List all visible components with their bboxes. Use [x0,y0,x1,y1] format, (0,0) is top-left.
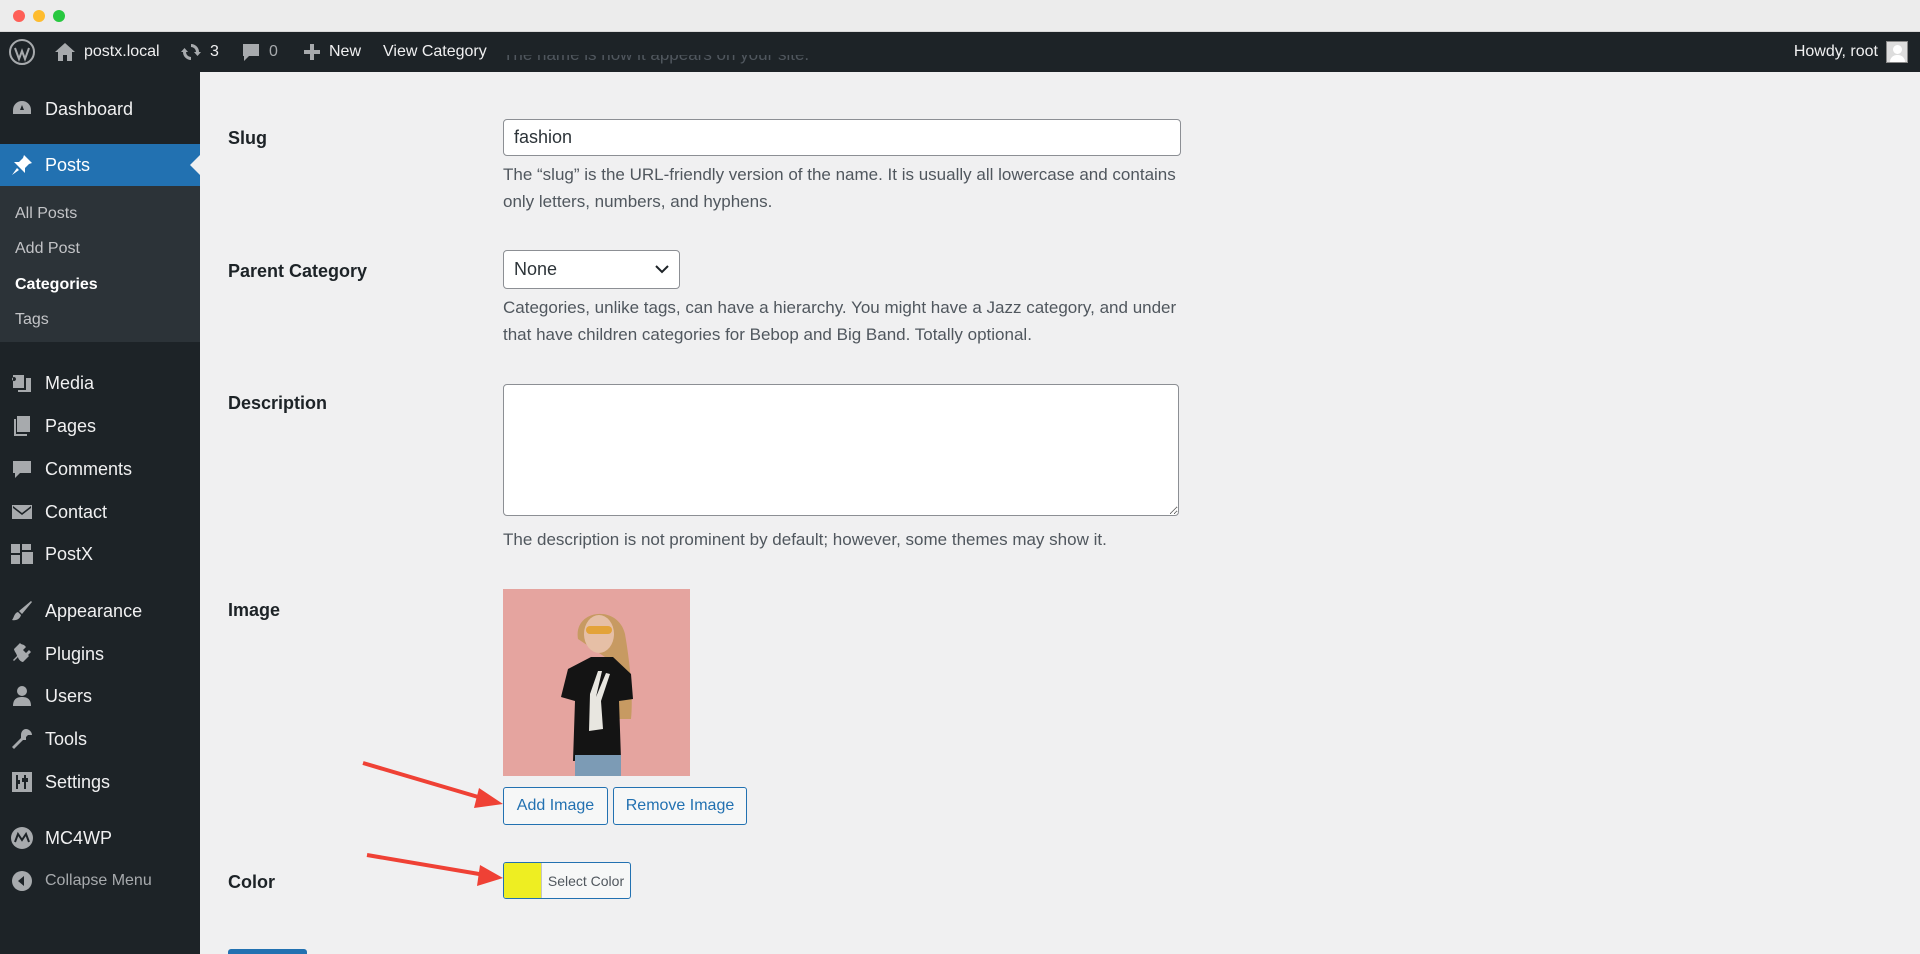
sidebar-label-pages: Pages [45,415,97,436]
view-category-link[interactable]: View Category [383,32,487,72]
new-content-link[interactable]: New [303,32,361,72]
sidebar-item-pages[interactable]: Pages [0,406,200,446]
media-icon [10,371,34,395]
refresh-icon [181,44,201,60]
site-name: postx.local [84,43,160,60]
update-button[interactable] [228,949,307,954]
window-minimize-button[interactable] [33,10,45,22]
plug-icon [10,642,34,666]
posts-submenu: All Posts Add Post Categories Tags [0,186,200,342]
sidebar-label-settings: Settings [45,771,111,792]
parent-category-select[interactable]: None [503,250,680,289]
howdy-text: Howdy, root [1793,43,1878,60]
postx-icon [10,542,34,566]
sidebar-label-dashboard: Dashboard [45,98,134,119]
view-category-label: View Category [383,43,487,60]
chevron-down-icon [655,265,669,274]
window-maximize-button[interactable] [53,10,65,22]
window-titlebar [0,0,1920,32]
slug-label: Slug [228,128,267,148]
sidebar-item-tools[interactable]: Tools [0,719,200,759]
annotation-arrow [366,853,503,886]
avatar [1886,41,1908,63]
site-name-link[interactable]: postx.local [54,32,160,72]
sidebar-label-users: Users [45,685,93,706]
name-description-text: The name is how it appears on your site. [503,55,1183,68]
sidebar-item-postx[interactable]: PostX [0,534,200,574]
sidebar-label-tools: Tools [45,728,88,749]
select-color-button[interactable]: Select Color [503,862,631,899]
parent-category-value: None [514,259,558,279]
sidebar-label-mc4wp: MC4WP [45,827,112,848]
collapse-menu-button[interactable]: Collapse Menu [0,861,200,901]
comments-icon [10,457,34,481]
parent-category-description: Categories, unlike tags, can have a hier… [503,298,1177,344]
comments-link[interactable]: 0 [241,32,278,72]
collapse-arrow-icon [10,869,34,893]
sidebar-item-plugins[interactable]: Plugins [0,634,200,674]
submenu-item-tags[interactable]: Tags [15,311,49,329]
select-color-label: Select Color [547,872,625,889]
submenu-item-add-post[interactable]: Add Post [15,240,80,258]
sidebar-item-posts[interactable]: Posts [0,144,200,186]
name-description-partial: The name is how it appears on your site. [503,55,1183,77]
paintbrush-icon [10,599,34,623]
parent-category-label: Parent Category [228,261,368,281]
sidebar-label-contact: Contact [45,501,108,522]
annotation-arrow [362,761,503,808]
pages-icon [10,414,34,438]
color-swatch [504,863,542,898]
submenu-item-categories[interactable]: Categories [15,276,98,294]
dashboard-icon [10,97,34,121]
sidebar-item-mc4wp[interactable]: MC4WP [0,818,200,858]
pushpin-icon [10,153,34,177]
category-image-thumbnail [503,589,690,776]
envelope-icon [10,500,34,524]
comment-icon [243,43,259,61]
active-indicator-arrow [190,155,200,175]
submenu-item-all-posts[interactable]: All Posts [15,205,77,223]
sidebar-item-comments[interactable]: Comments [0,449,200,489]
slug-input[interactable] [503,119,1181,156]
collapse-menu-label: Collapse Menu [45,872,152,889]
wordpress-icon [9,39,35,65]
sidebar-label-plugins: Plugins [45,643,105,664]
home-icon [55,43,75,61]
description-help: The description is not prominent by defa… [503,530,1107,549]
wordpress-logo-button[interactable] [9,32,35,72]
sidebar-item-dashboard[interactable]: Dashboard [0,89,200,129]
description-textarea[interactable] [503,384,1179,516]
sidebar-item-appearance[interactable]: Appearance [0,591,200,631]
account-menu[interactable]: Howdy, root [1794,32,1908,72]
add-image-button[interactable]: Add Image [503,787,608,825]
sidebar-item-users[interactable]: Users [0,676,200,716]
sidebar-item-media[interactable]: Media [0,363,200,403]
wrench-icon [10,727,34,751]
new-label: New [329,43,362,60]
sidebar-label-postx: PostX [45,543,94,564]
description-label: Description [228,393,328,413]
comments-count: 0 [269,43,278,60]
remove-image-button[interactable]: Remove Image [613,787,747,825]
slug-description: The “slug” is the URL-friendly version o… [503,165,1176,211]
image-label: Image [228,600,281,620]
sidebar-label-appearance: Appearance [45,600,143,621]
plus-icon [304,44,320,60]
updates-count: 3 [210,43,219,60]
sidebar-label-media: Media [45,372,95,393]
window-close-button[interactable] [13,10,25,22]
sidebar-label-comments: Comments [45,458,133,479]
mc4wp-icon [10,826,34,850]
updates-link[interactable]: 3 [180,32,219,72]
admin-sidebar: Dashboard Posts All Posts Add Post Categ… [0,72,200,954]
sidebar-item-contact[interactable]: Contact [0,492,200,532]
color-label: Color [228,872,275,892]
sidebar-item-settings[interactable]: Settings [0,762,200,802]
sidebar-label-posts: Posts [45,154,91,175]
user-icon [10,684,34,708]
settings-sliders-icon [10,770,34,794]
